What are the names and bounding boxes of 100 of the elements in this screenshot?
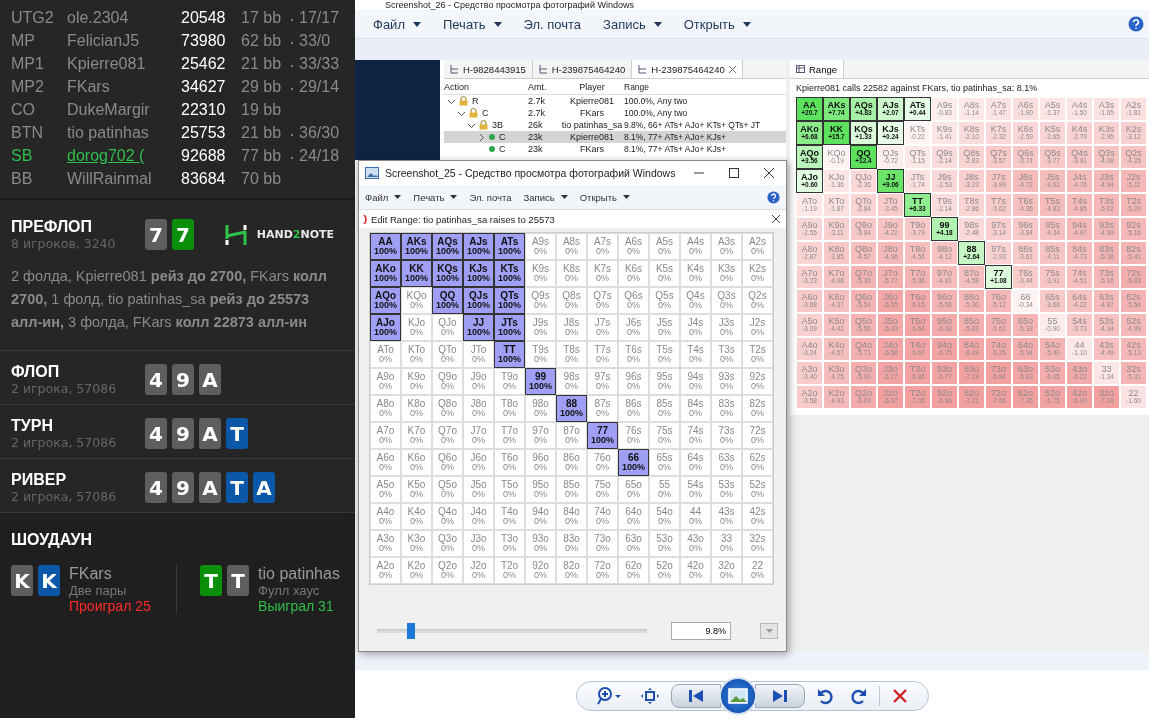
- previous-button[interactable]: [671, 684, 721, 708]
- range-cell[interactable]: A9o 0%: [370, 368, 401, 395]
- range-cell[interactable]: 99 100%: [525, 368, 556, 395]
- range-cell[interactable]: J4s 0%: [680, 314, 711, 341]
- range-cell[interactable]: 98o 0%: [525, 395, 556, 422]
- range-cell[interactable]: 82s 0%: [742, 395, 773, 422]
- range-cell[interactable]: 93o 0%: [525, 530, 556, 557]
- range-cell[interactable]: 87o 0%: [556, 422, 587, 449]
- range-cell[interactable]: 84o 0%: [556, 503, 587, 530]
- range-cell[interactable]: 32s 0%: [742, 530, 773, 557]
- range-cell[interactable]: A3o 0%: [370, 530, 401, 557]
- range-cell[interactable]: K8s 0%: [556, 260, 587, 287]
- range-cell[interactable]: A9s 0%: [525, 233, 556, 260]
- range-cell[interactable]: T3o 0%: [494, 530, 525, 557]
- range-cell[interactable]: K4s 0%: [680, 260, 711, 287]
- menu-item[interactable]: Печать: [434, 14, 510, 34]
- range-cell[interactable]: 52s 0%: [742, 476, 773, 503]
- range-cell[interactable]: KTo 0%: [401, 341, 432, 368]
- range-cell[interactable]: AKo 100%: [370, 260, 401, 287]
- range-cell[interactable]: A7s 0%: [587, 233, 618, 260]
- range-cell[interactable]: A4s 0%: [680, 233, 711, 260]
- range-cell[interactable]: J3o 0%: [463, 530, 494, 557]
- range-cell[interactable]: JTo 0%: [463, 341, 494, 368]
- range-cell[interactable]: TT 100%: [494, 341, 525, 368]
- range-cell[interactable]: Q2s 0%: [742, 287, 773, 314]
- range-cell[interactable]: 33 0%: [711, 530, 742, 557]
- range-cell[interactable]: 52o 0%: [649, 557, 680, 584]
- range-cell[interactable]: QTs 100%: [494, 287, 525, 314]
- range-cell[interactable]: Q4o 0%: [432, 503, 463, 530]
- range-cell[interactable]: AQs 100%: [432, 233, 463, 260]
- range-cell[interactable]: Q3o 0%: [432, 530, 463, 557]
- range-cell[interactable]: K5s 0%: [649, 260, 680, 287]
- range-cell[interactable]: J8s 0%: [556, 314, 587, 341]
- range-cell[interactable]: T6o 0%: [494, 449, 525, 476]
- range-cell[interactable]: Q7o 0%: [432, 422, 463, 449]
- range-cell[interactable]: Q8o 0%: [432, 395, 463, 422]
- range-cell[interactable]: 64s 0%: [680, 449, 711, 476]
- range-cell[interactable]: 65o 0%: [618, 476, 649, 503]
- range-cell[interactable]: J7o 0%: [463, 422, 494, 449]
- range-cell[interactable]: 63s 0%: [711, 449, 742, 476]
- range-cell[interactable]: T5s 0%: [649, 341, 680, 368]
- range-cell[interactable]: 75s 0%: [649, 422, 680, 449]
- range-cell[interactable]: K7o 0%: [401, 422, 432, 449]
- range-cell[interactable]: QQ 100%: [432, 287, 463, 314]
- range-cell[interactable]: 62s 0%: [742, 449, 773, 476]
- hand-tab[interactable]: H-239875464240: [632, 60, 743, 78]
- range-cell[interactable]: 83o 0%: [556, 530, 587, 557]
- range-cell[interactable]: A6o 0%: [370, 449, 401, 476]
- range-cell[interactable]: 63o 0%: [618, 530, 649, 557]
- range-cell[interactable]: K6o 0%: [401, 449, 432, 476]
- close-icon[interactable]: [772, 215, 780, 223]
- range-cell[interactable]: J6s 0%: [618, 314, 649, 341]
- range-cell[interactable]: 94s 0%: [680, 368, 711, 395]
- range-cell[interactable]: K4o 0%: [401, 503, 432, 530]
- range-cell[interactable]: T6s 0%: [618, 341, 649, 368]
- range-cell[interactable]: K3s 0%: [711, 260, 742, 287]
- range-cell[interactable]: K6s 0%: [618, 260, 649, 287]
- range-cell[interactable]: AKs 100%: [401, 233, 432, 260]
- range-cell[interactable]: Q9s 0%: [525, 287, 556, 314]
- range-cell[interactable]: 96s 0%: [618, 368, 649, 395]
- maximize-icon[interactable]: [729, 168, 739, 178]
- range-cell[interactable]: J3s 0%: [711, 314, 742, 341]
- range-cell[interactable]: 42o 0%: [680, 557, 711, 584]
- range-cell[interactable]: T9s 0%: [525, 341, 556, 368]
- range-cell[interactable]: J5o 0%: [463, 476, 494, 503]
- range-cell[interactable]: 53o 0%: [649, 530, 680, 557]
- range-cell[interactable]: A5s 0%: [649, 233, 680, 260]
- range-cell[interactable]: 73o 0%: [587, 530, 618, 557]
- range-cell[interactable]: K7s 0%: [587, 260, 618, 287]
- tree-row[interactable]: R 2.7k Kpierre081 100.0%, Any two: [444, 95, 786, 107]
- range-cell[interactable]: KQo 0%: [401, 287, 432, 314]
- range-cell[interactable]: J4o 0%: [463, 503, 494, 530]
- range-cell[interactable]: T9o 0%: [494, 368, 525, 395]
- range-tab[interactable]: Range: [790, 60, 844, 78]
- range-cell[interactable]: J6o 0%: [463, 449, 494, 476]
- range-cell[interactable]: AJs 100%: [463, 233, 494, 260]
- range-cell[interactable]: J9o 0%: [463, 368, 494, 395]
- range-cell[interactable]: 64o 0%: [618, 503, 649, 530]
- range-cell[interactable]: T2o 0%: [494, 557, 525, 584]
- range-cell[interactable]: 76o 0%: [587, 449, 618, 476]
- range-cell[interactable]: JJ 100%: [463, 314, 494, 341]
- slider-thumb[interactable]: [406, 623, 415, 639]
- range-cell[interactable]: T7o 0%: [494, 422, 525, 449]
- tree-row[interactable]: C 23k Kpierre081 8.1%, 77+ ATs+ AJo+ KJs+: [444, 131, 786, 143]
- range-cell[interactable]: J2o 0%: [463, 557, 494, 584]
- range-cell[interactable]: A6s 0%: [618, 233, 649, 260]
- help-icon[interactable]: [767, 190, 780, 204]
- range-cell[interactable]: 87s 0%: [587, 395, 618, 422]
- range-cell[interactable]: T5o 0%: [494, 476, 525, 503]
- menu-item[interactable]: Эл. почта: [463, 189, 518, 205]
- range-cell[interactable]: 84s 0%: [680, 395, 711, 422]
- range-cell[interactable]: Q4s 0%: [680, 287, 711, 314]
- range-cell[interactable]: KTs 100%: [494, 260, 525, 287]
- range-cell[interactable]: A2s 0%: [742, 233, 773, 260]
- range-cell[interactable]: 77 100%: [587, 422, 618, 449]
- range-cell[interactable]: A8o 0%: [370, 395, 401, 422]
- range-cell[interactable]: AQo 100%: [370, 287, 401, 314]
- range-cell[interactable]: T8s 0%: [556, 341, 587, 368]
- range-cell[interactable]: 97s 0%: [587, 368, 618, 395]
- chevron-icon[interactable]: [478, 133, 485, 141]
